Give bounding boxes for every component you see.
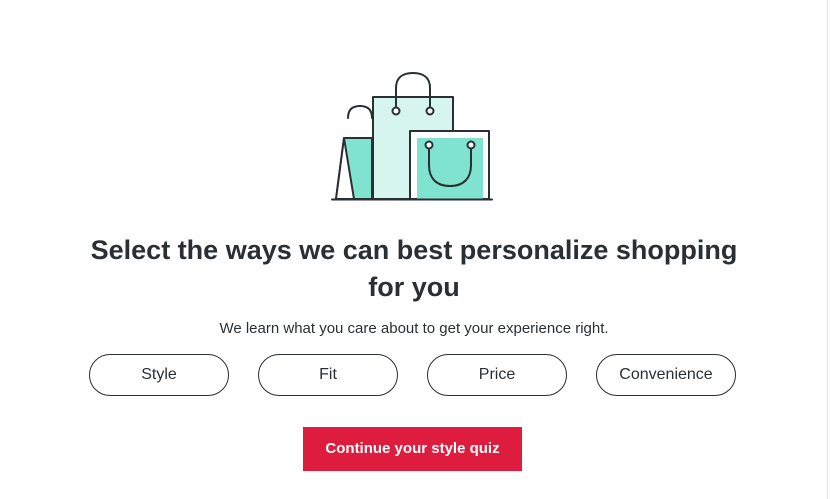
option-price-button[interactable]: Price <box>427 354 567 396</box>
page-title-line-2: for you <box>368 272 460 302</box>
personalization-options: Style Fit Price Convenience <box>89 354 739 396</box>
personalization-panel: Select the ways we can best personalize … <box>0 0 828 499</box>
page-title: Select the ways we can best personalize … <box>0 232 828 306</box>
option-convenience-button[interactable]: Convenience <box>596 354 736 396</box>
continue-style-quiz-button[interactable]: Continue your style quiz <box>303 427 522 471</box>
option-fit-button[interactable]: Fit <box>258 354 398 396</box>
shopping-bags-icon <box>330 70 496 204</box>
page-title-line-1: Select the ways we can best personalize … <box>90 235 738 265</box>
page-subtitle: We learn what you care about to get your… <box>219 320 609 337</box>
option-style-button[interactable]: Style <box>89 354 229 396</box>
